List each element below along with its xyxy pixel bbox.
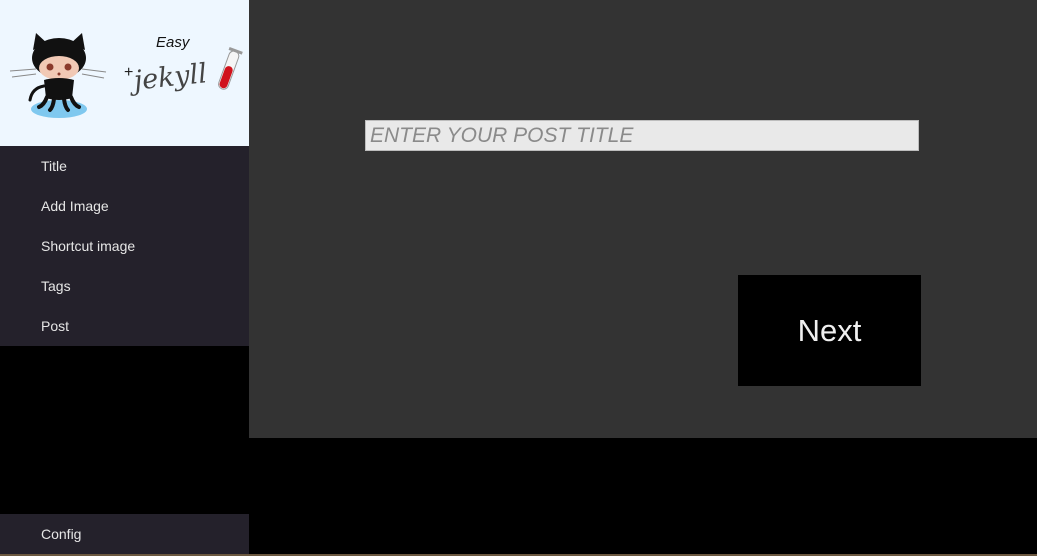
logo: + Easy jekyll xyxy=(9,33,243,118)
sidebar-item-label: Post xyxy=(41,318,70,334)
post-title-input[interactable] xyxy=(365,120,919,151)
config-label: Config xyxy=(41,526,82,542)
sidebar-item-add-image[interactable]: Add Image xyxy=(0,186,249,226)
octocat-icon xyxy=(9,33,107,118)
sidebar-item-post[interactable]: Post xyxy=(0,306,249,346)
logo-easy-label: Easy xyxy=(156,34,191,51)
sidebar-item-label: Add Image xyxy=(41,198,109,214)
test-tube-icon xyxy=(218,47,243,90)
sidebar-item-label: Tags xyxy=(41,278,71,294)
sidebar-item-config[interactable]: Config xyxy=(0,514,249,554)
sidebar-item-label: Shortcut image xyxy=(41,238,136,254)
logo-area: + Easy jekyll xyxy=(0,0,249,146)
app-window: + Easy jekyll Title Add Image Shortcut i… xyxy=(0,0,1037,556)
logo-jekyll-label: jekyll xyxy=(127,58,208,97)
sidebar-item-shortcut-image[interactable]: Shortcut image xyxy=(0,226,249,266)
sidebar: + Easy jekyll Title Add Image Shortcut i… xyxy=(0,0,249,556)
sidebar-item-title[interactable]: Title xyxy=(0,146,249,186)
main-panel: Next xyxy=(249,0,1037,438)
sidebar-nav: Title Add Image Shortcut image Tags Post xyxy=(0,146,249,346)
next-button[interactable]: Next xyxy=(738,275,921,386)
sidebar-item-tags[interactable]: Tags xyxy=(0,266,249,306)
sidebar-item-label: Title xyxy=(41,158,67,174)
